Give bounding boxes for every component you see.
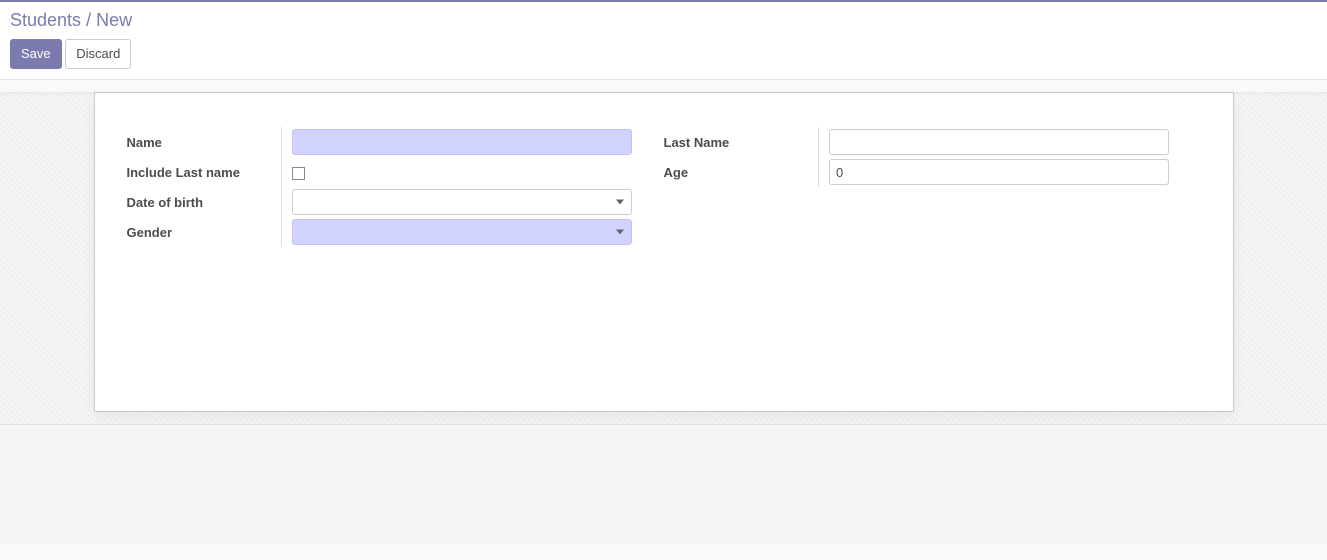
age-input[interactable] [829, 159, 1169, 185]
form-right-column: Last Name Age [664, 127, 1201, 247]
include-last-label: Include Last name [127, 165, 240, 180]
name-label: Name [127, 135, 162, 150]
breadcrumb-current: New [96, 10, 132, 30]
breadcrumb-parent[interactable]: Students [10, 10, 81, 30]
last-name-input[interactable] [829, 129, 1169, 155]
breadcrumb-separator: / [86, 10, 91, 30]
dob-input[interactable] [292, 189, 632, 215]
include-last-checkbox[interactable] [292, 167, 305, 180]
save-button[interactable]: Save [10, 39, 62, 69]
discard-button[interactable]: Discard [65, 39, 131, 69]
content-strip: Name Include Last name Date of birth [0, 92, 1327, 425]
gender-label: Gender [127, 225, 173, 240]
name-input[interactable] [292, 129, 632, 155]
dob-label: Date of birth [127, 195, 204, 210]
last-name-label: Last Name [664, 135, 730, 150]
gender-select[interactable] [292, 219, 632, 245]
form-sheet: Name Include Last name Date of birth [94, 92, 1234, 412]
header: Students / New Save Discard [0, 2, 1327, 80]
toolbar: Save Discard [10, 39, 1317, 69]
breadcrumb: Students / New [10, 8, 1317, 31]
form-left-column: Name Include Last name Date of birth [127, 127, 664, 247]
age-label: Age [664, 165, 689, 180]
bottom-area [0, 425, 1327, 543]
